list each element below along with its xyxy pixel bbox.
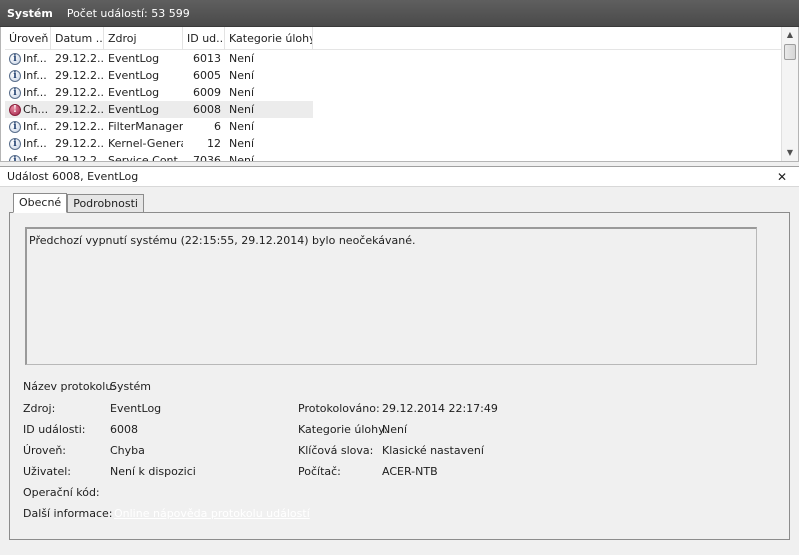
row-source: FilterManager xyxy=(108,120,183,133)
row-source: Kernel-General xyxy=(108,137,183,150)
row-level: Inf... xyxy=(23,52,47,65)
row-level: Inf... xyxy=(23,137,47,150)
row-event-id: 6013 xyxy=(193,52,221,65)
logged-label: Protokolováno: xyxy=(298,402,380,415)
info-icon: i xyxy=(9,137,21,150)
row-level: Inf... xyxy=(23,154,47,162)
logged-value: 29.12.2014 22:17:49 xyxy=(382,402,498,415)
row-source: Service Cont... xyxy=(108,154,183,162)
row-event-id: 12 xyxy=(207,137,221,150)
row-date: 29.12.2... xyxy=(55,154,104,162)
log-name-value: Systém xyxy=(110,380,152,393)
tab-general[interactable]: Obecné xyxy=(13,193,68,213)
row-date: 29.12.2... xyxy=(55,86,104,99)
info-icon: i xyxy=(9,120,21,133)
row-source: EventLog xyxy=(108,52,160,65)
opcode-label: Operační kód: xyxy=(23,486,100,499)
row-event-id: 7036 xyxy=(193,154,221,162)
task-category-value: Není xyxy=(382,423,408,436)
table-row[interactable]: i Inf... 29.12.2... Kernel-General 12 Nen… xyxy=(5,135,313,152)
row-source: EventLog xyxy=(108,69,160,82)
list-scrollbar[interactable]: ▲ ▼ xyxy=(781,27,798,161)
log-name: Systém xyxy=(7,6,53,20)
log-name-label: Název protokolu: xyxy=(23,380,116,393)
table-row[interactable]: i Inf... 29.12.2... FilterManager 6 Není xyxy=(5,118,313,135)
info-icon: i xyxy=(9,154,21,161)
row-event-id: 6 xyxy=(214,120,221,133)
keywords-label: Klíčová slova: xyxy=(298,444,374,457)
error-icon: ! xyxy=(9,103,21,116)
more-info-label: Další informace: xyxy=(23,507,113,520)
computer-value: ACER-NTB xyxy=(382,465,438,478)
source-value: EventLog xyxy=(110,402,162,415)
column-header-level[interactable]: Úroveň xyxy=(5,27,51,50)
row-date: 29.12.2... xyxy=(55,52,104,65)
column-header-date[interactable]: Datum ... xyxy=(51,27,104,50)
row-level: Ch... xyxy=(23,103,49,116)
scroll-up-arrow-icon[interactable]: ▲ xyxy=(782,27,798,43)
row-category: Není xyxy=(229,154,255,162)
close-icon[interactable]: ✕ xyxy=(773,170,791,184)
level-value: Chyba xyxy=(110,444,145,457)
row-category: Není xyxy=(229,69,255,82)
column-header-task-category[interactable]: Kategorie úlohy xyxy=(225,27,313,50)
event-list[interactable]: Úroveň Datum ... Zdroj ID ud... Kategori… xyxy=(0,27,799,162)
row-source: EventLog xyxy=(108,103,160,116)
more-info-link[interactable]: Online nápověda protokolu událostí xyxy=(114,507,310,521)
detail-tabs: Obecné Podrobnosti xyxy=(13,193,144,213)
row-event-id: 6005 xyxy=(193,69,221,82)
row-category: Není xyxy=(229,86,255,99)
table-row[interactable]: i Inf... 29.12.2... EventLog 6005 Není xyxy=(5,67,313,84)
row-category: Není xyxy=(229,120,255,133)
row-category: Není xyxy=(229,103,255,116)
table-row-selected[interactable]: ! Ch... 29.12.2... EventLog 6008 Není xyxy=(5,101,313,118)
row-date: 29.12.2... xyxy=(55,103,104,116)
event-detail-title: Událost 6008, EventLog xyxy=(7,170,139,183)
row-date: 29.12.2... xyxy=(55,137,104,150)
column-header-row: Úroveň Datum ... Zdroj ID ud... Kategori… xyxy=(5,27,781,50)
user-label: Uživatel: xyxy=(23,465,71,478)
row-category: Není xyxy=(229,52,255,65)
task-category-label: Kategorie úlohy: xyxy=(298,423,388,436)
table-row[interactable]: i Inf... 29.12.2... Service Cont... 7036 … xyxy=(5,152,313,162)
event-description[interactable]: Předchozí vypnutí systému (22:15:55, 29.… xyxy=(25,227,757,365)
event-detail-header: Událost 6008, EventLog ✕ xyxy=(0,166,799,187)
tab-details[interactable]: Podrobnosti xyxy=(67,194,144,213)
source-label: Zdroj: xyxy=(23,402,56,415)
computer-label: Počítač: xyxy=(298,465,341,478)
table-row[interactable]: i Inf... 29.12.2... EventLog 6013 Není xyxy=(5,50,313,67)
row-event-id: 6008 xyxy=(193,103,221,116)
row-level: Inf... xyxy=(23,120,47,133)
keywords-value: Klasické nastavení xyxy=(382,444,484,457)
info-icon: i xyxy=(9,86,21,99)
column-header-event-id[interactable]: ID ud... xyxy=(183,27,225,50)
user-value: Není k dispozici xyxy=(110,465,196,478)
scroll-thumb[interactable] xyxy=(784,44,796,60)
table-row[interactable]: i Inf... 29.12.2... EventLog 6009 Není xyxy=(5,84,313,101)
row-date: 29.12.2... xyxy=(55,120,104,133)
row-source: EventLog xyxy=(108,86,160,99)
info-icon: i xyxy=(9,52,21,65)
log-title-bar: Systém Počet událostí: 53 599 xyxy=(0,0,799,27)
level-label: Úroveň: xyxy=(23,444,67,457)
row-date: 29.12.2... xyxy=(55,69,104,82)
event-count: Počet událostí: 53 599 xyxy=(66,6,190,20)
event-id-label: ID události: xyxy=(23,423,86,436)
event-id-value: 6008 xyxy=(110,423,138,436)
info-icon: i xyxy=(9,69,21,82)
general-tab-panel: Předchozí vypnutí systému (22:15:55, 29.… xyxy=(9,212,790,540)
scroll-down-arrow-icon[interactable]: ▼ xyxy=(782,145,798,161)
row-level: Inf... xyxy=(23,69,47,82)
row-event-id: 6009 xyxy=(193,86,221,99)
row-level: Inf... xyxy=(23,86,47,99)
row-category: Není xyxy=(229,137,255,150)
column-header-source[interactable]: Zdroj xyxy=(104,27,183,50)
